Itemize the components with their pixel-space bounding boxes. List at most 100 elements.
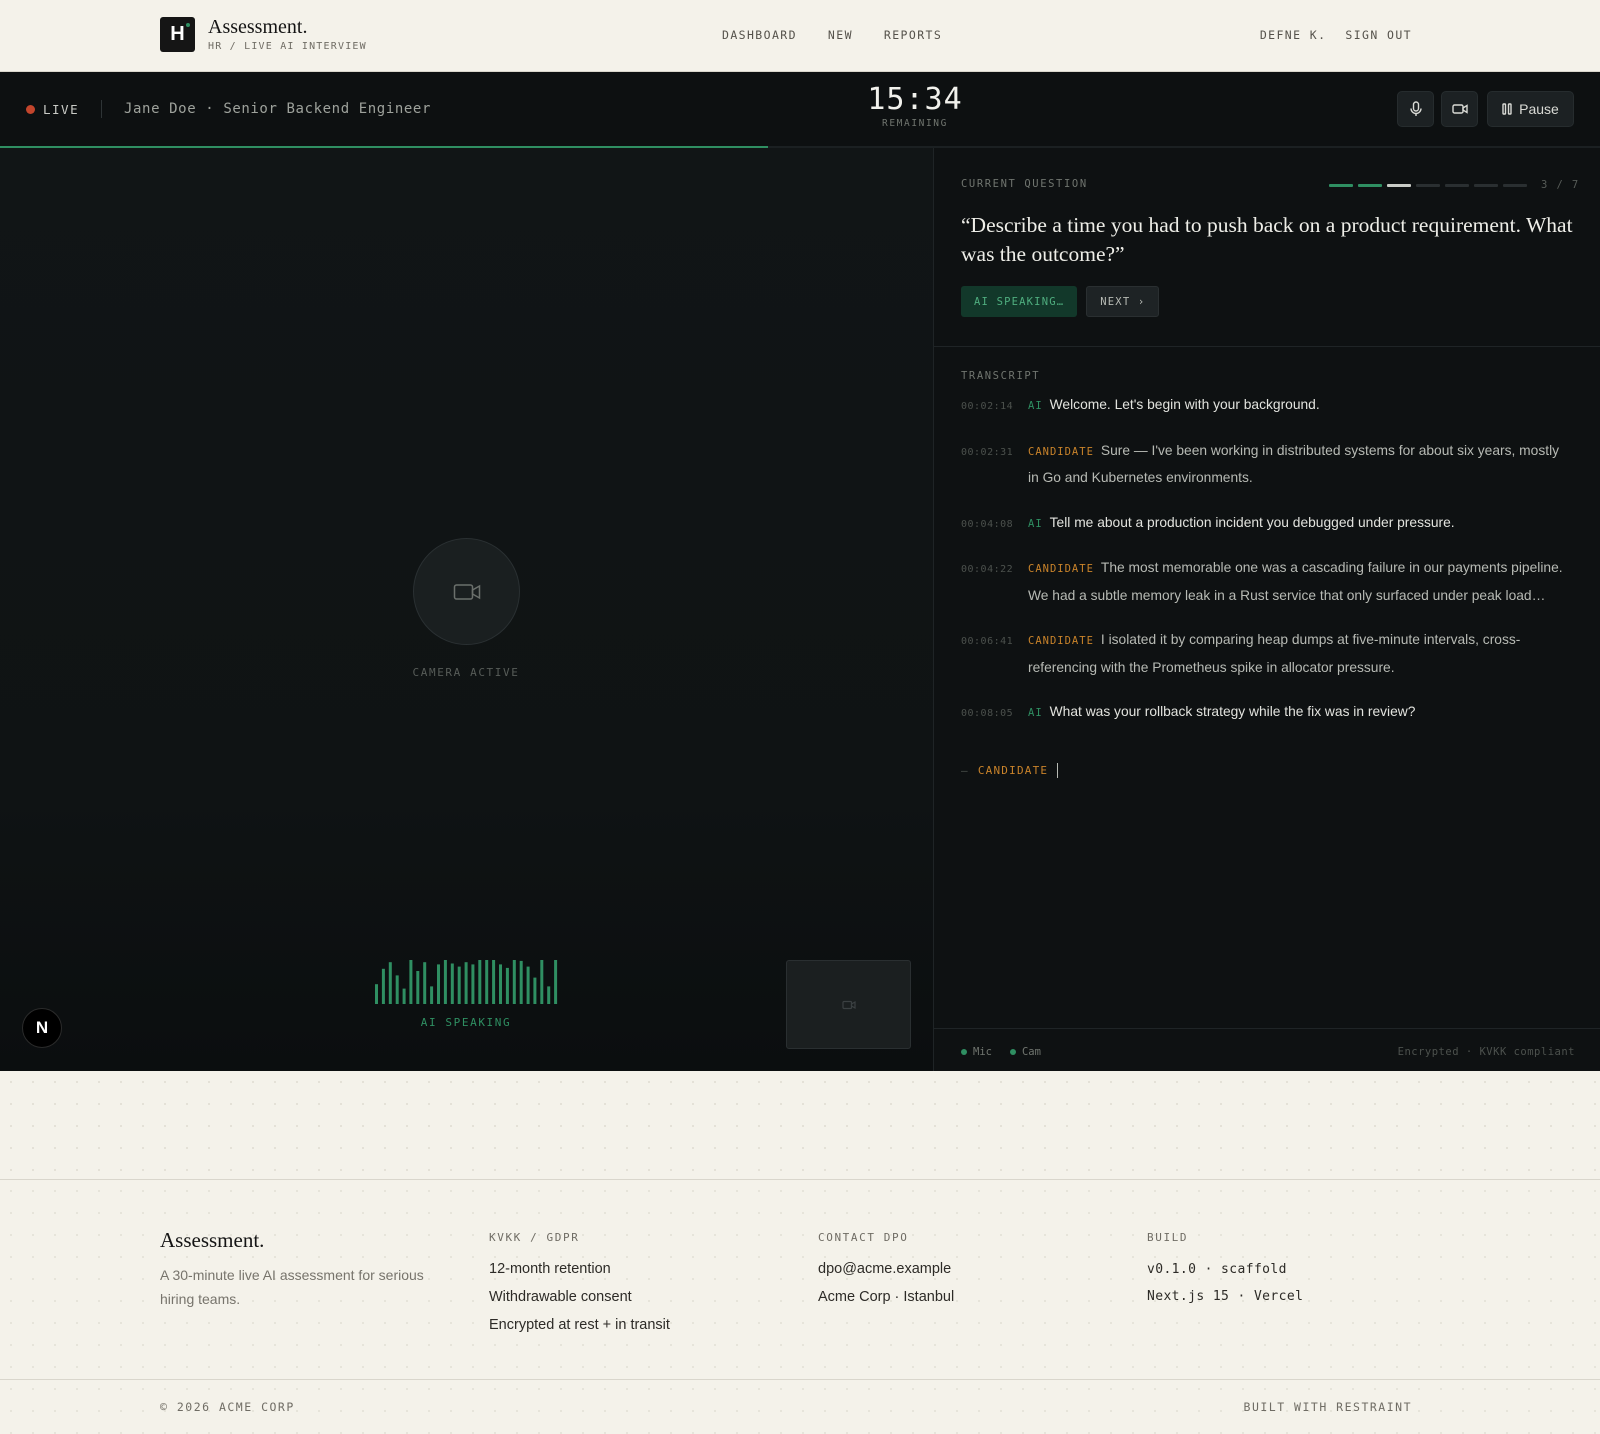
transcript-timestamp: 00:02:14 [961, 401, 1014, 412]
transcript-speaker: CANDIDATE [1028, 563, 1094, 575]
waveform-bar [388, 962, 392, 1004]
question-step [1416, 184, 1440, 187]
camera-placeholder [413, 538, 520, 645]
footer-build-column: BUILD v0.1.0 · scaffold Next.js 15 · Ver… [1147, 1228, 1303, 1305]
waveform-bar [381, 968, 385, 1004]
next-question-button[interactable]: NEXT › [1086, 286, 1160, 317]
divider [101, 100, 102, 118]
waveform-bar [443, 960, 447, 1004]
waveform-bar [554, 960, 558, 1004]
waveform-bar [505, 967, 509, 1004]
mic-toggle-button[interactable] [1397, 91, 1434, 127]
question-step [1387, 184, 1411, 187]
user-menu: DEFNE K. SIGN OUT [1260, 28, 1412, 42]
self-view-thumbnail[interactable] [786, 960, 911, 1049]
footer-brand-column: Assessment. A 30-minute live AI assessme… [160, 1228, 450, 1311]
transcript-message: Welcome. Let's begin with your backgroun… [1049, 397, 1320, 412]
live-indicator: LIVE [26, 102, 79, 117]
waveform-bar [395, 975, 399, 1004]
pause-label: Pause [1519, 101, 1559, 117]
waveform-bar [519, 960, 523, 1004]
question-text: “Describe a time you had to push back on… [961, 213, 1573, 266]
footer-description: A 30-minute live AI assessment for serio… [160, 1267, 424, 1307]
sign-out-link[interactable]: SIGN OUT [1345, 28, 1412, 42]
timer-value: 15:34 [867, 82, 963, 117]
transcript-timestamp: 00:04:08 [961, 518, 1014, 530]
footer-heading-build: BUILD [1147, 1231, 1189, 1244]
waveform-bar [423, 962, 427, 1004]
waveform-bar [512, 960, 516, 1004]
transcript-speaker: CANDIDATE [1028, 635, 1094, 647]
speaking-label: AI SPEAKING [420, 1016, 512, 1029]
built-with: BUILT WITH RESTRAINT [1243, 1400, 1412, 1414]
top-header: H Assessment. HR / LIVE AI INTERVIEW DAS… [0, 0, 1600, 72]
nav-reports[interactable]: REPORTS [884, 28, 942, 42]
camera-status-label: CAMERA ACTIVE [412, 666, 520, 679]
security-note: Encrypted · KVKK compliant [1397, 1046, 1575, 1058]
transcript-timestamp: 00:04:22 [961, 564, 1014, 575]
cam-status: Cam [1009, 1046, 1041, 1058]
current-question-section: CURRENT QUESTION 3 / 7 “Describe a time … [934, 148, 1600, 347]
transcript-timestamp: 00:08:05 [961, 708, 1014, 719]
video-stage: CAMERA ACTIVE N AI SPEAKING [0, 148, 933, 1071]
footer-brand: Assessment. [160, 1228, 265, 1252]
build-version: v0.1.0 · scaffold [1147, 1262, 1287, 1277]
pause-button[interactable]: Pause [1487, 91, 1574, 127]
brand-logo: H [160, 17, 195, 52]
video-camera-icon [841, 1000, 856, 1009]
transcript-message: The most memorable one was a cascading f… [1028, 560, 1563, 603]
transcript-speaker: CANDIDATE [1028, 445, 1094, 458]
transcript-entry: 00:06:41 CANDIDATE I isolated it by compar… [961, 627, 1573, 681]
build-stack: Next.js 15 · Vercel [1147, 1289, 1304, 1304]
candidate-info: Jane Doe · Senior Backend Engineer [124, 101, 431, 117]
typing-dash: — [961, 764, 969, 777]
camera-toggle-button[interactable] [1441, 91, 1478, 127]
waveform-bar [416, 971, 420, 1004]
nav-new[interactable]: NEW [828, 28, 853, 42]
live-label: LIVE [43, 102, 80, 117]
site-footer: Assessment. A 30-minute live AI assessme… [0, 1179, 1600, 1434]
breadcrumb: HR / LIVE AI INTERVIEW [208, 41, 367, 52]
typing-indicator: — CANDIDATE [961, 763, 1059, 778]
footer-item: Withdrawable consent [489, 1289, 632, 1305]
footer-compliance-column: KVKK / GDPR 12-month retention Withdrawa… [489, 1228, 670, 1334]
waveform-bar [375, 984, 378, 1004]
waveform-bar [450, 963, 454, 1004]
video-camera-icon [453, 583, 480, 600]
waveform-bar [547, 986, 551, 1004]
typing-speaker: CANDIDATE [977, 764, 1049, 777]
waveform-bar [499, 964, 502, 1004]
panel-status-bar: Mic Cam Encrypted · KVKK compliant [934, 1028, 1600, 1071]
waveform-bar [485, 960, 489, 1004]
waveform-bar [457, 966, 461, 1004]
copyright: © 2026 ACME CORP [160, 1400, 295, 1414]
timer-label: REMAINING [882, 118, 948, 129]
brand-logo-letter: H [170, 23, 185, 45]
brand[interactable]: H Assessment. HR / LIVE AI INTERVIEW [160, 17, 367, 52]
live-dot [26, 105, 35, 114]
waveform-bar [471, 964, 475, 1004]
countdown-timer: 15:34 REMAINING [800, 82, 1030, 129]
waveform-bar [430, 986, 434, 1004]
footer-heading-contact: CONTACT DPO [818, 1231, 909, 1244]
transcript-entry: 00:02:14 AI Welcome. Let's begin with your… [961, 392, 1573, 420]
footer-heading-compliance: KVKK / GDPR [489, 1231, 580, 1244]
ai-speaking-chip: AI SPEAKING… [961, 286, 1078, 317]
transcript-speaker: AI [1028, 400, 1043, 412]
typing-caret [1057, 763, 1059, 778]
waveform-bar [464, 962, 468, 1004]
footer-item: Acme Corp · Istanbul [818, 1289, 955, 1305]
transcript-speaker: AI [1028, 707, 1043, 719]
transcript-entry: 00:04:08 AI Tell me about a production inc… [961, 510, 1573, 538]
n-badge[interactable]: N [22, 1008, 62, 1048]
user-name: DEFNE K. [1259, 28, 1327, 42]
mic-status: Mic [961, 1046, 992, 1058]
cam-status-dot [1009, 1049, 1016, 1055]
question-step [1474, 184, 1498, 187]
pause-icon [1502, 103, 1512, 115]
transcript-speaker: AI [1028, 517, 1043, 530]
footer-contact-column: CONTACT DPO dpo@acme.example Acme Corp ·… [818, 1228, 954, 1306]
dpo-email-link[interactable]: dpo@acme.example [818, 1261, 954, 1278]
nav-dashboard[interactable]: DASHBOARD [722, 28, 797, 42]
interview-panel: CURRENT QUESTION 3 / 7 “Describe a time … [933, 148, 1600, 1071]
